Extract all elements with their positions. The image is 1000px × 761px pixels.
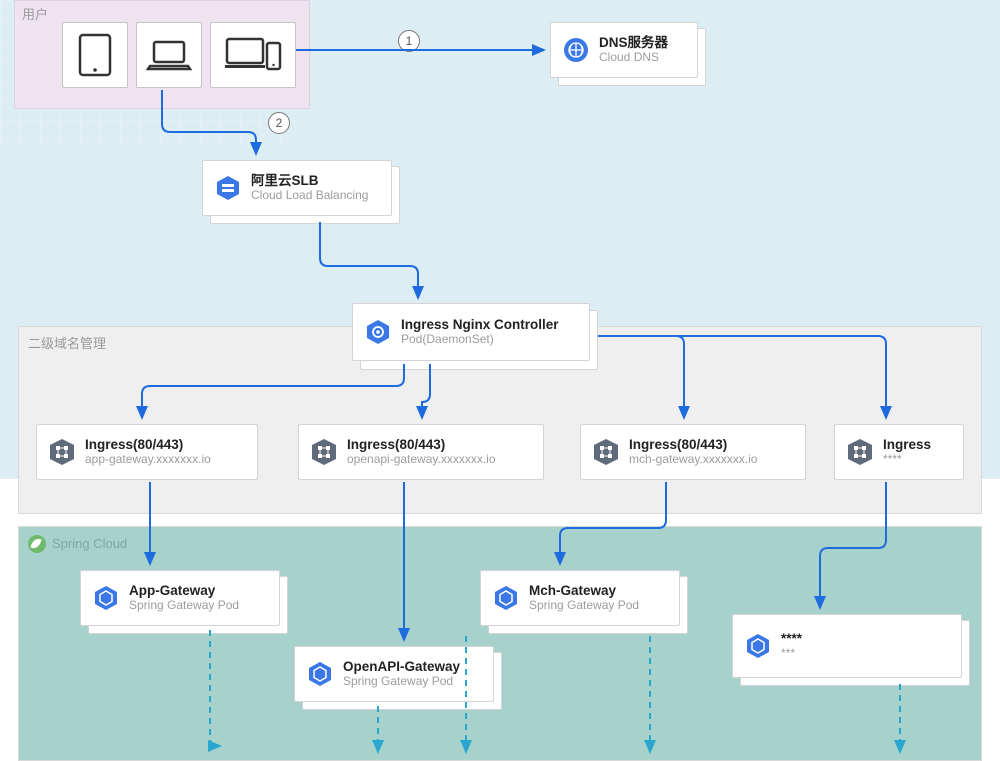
node-ingress-openapi: Ingress(80/443)openapi-gateway.xxxxxxx.i… bbox=[298, 424, 544, 480]
slb-sub: Cloud Load Balancing bbox=[251, 189, 368, 203]
device-tablet bbox=[62, 22, 128, 88]
node-gw-other: ******* bbox=[732, 614, 962, 678]
dns-sub: Cloud DNS bbox=[599, 51, 668, 65]
device-laptop bbox=[136, 22, 202, 88]
node-gw-openapi: OpenAPI-GatewaySpring Gateway Pod bbox=[294, 646, 494, 702]
dns-icon bbox=[561, 35, 591, 65]
gw-openapi-title: OpenAPI-Gateway bbox=[343, 659, 460, 675]
node-ingress-other: Ingress**** bbox=[834, 424, 964, 480]
zone-spring-label: Spring Cloud bbox=[52, 536, 127, 551]
dns-title: DNS服务器 bbox=[599, 35, 668, 51]
ingress-ctrl-title: Ingress Nginx Controller bbox=[401, 317, 559, 333]
node-gw-mch: Mch-GatewaySpring Gateway Pod bbox=[480, 570, 680, 626]
ingress-openapi-title: Ingress(80/443) bbox=[347, 437, 496, 453]
ingress-icon bbox=[845, 437, 875, 467]
ingress-ctrl-icon bbox=[363, 317, 393, 347]
slb-title: 阿里云SLB bbox=[251, 173, 368, 189]
gateway-icon bbox=[743, 631, 773, 661]
gateway-icon bbox=[91, 583, 121, 613]
node-ingress-mch: Ingress(80/443)mch-gateway.xxxxxxx.io bbox=[580, 424, 806, 480]
ingress-ctrl-sub: Pod(DaemonSet) bbox=[401, 333, 559, 347]
gw-other-title: **** bbox=[781, 631, 802, 647]
node-slb: 阿里云SLBCloud Load Balancing bbox=[202, 160, 392, 216]
step-2: 2 bbox=[268, 112, 290, 134]
diagram-canvas: 用户 二级域名管理 Spring Cloud DNS服务器Cloud DNS 阿… bbox=[0, 0, 1000, 761]
node-gw-app: App-GatewaySpring Gateway Pod bbox=[80, 570, 280, 626]
device-desktop-mobile bbox=[210, 22, 296, 88]
ingress-other-title: Ingress bbox=[883, 437, 931, 453]
node-ingress-ctrl: Ingress Nginx ControllerPod(DaemonSet) bbox=[352, 303, 590, 361]
gateway-icon bbox=[491, 583, 521, 613]
node-dns: DNS服务器Cloud DNS bbox=[550, 22, 698, 78]
gw-mch-sub: Spring Gateway Pod bbox=[529, 599, 639, 613]
step-1: 1 bbox=[398, 30, 420, 52]
ingress-app-sub: app-gateway.xxxxxxx.io bbox=[85, 453, 211, 467]
gw-app-title: App-Gateway bbox=[129, 583, 239, 599]
zone-users-label: 用户 bbox=[22, 4, 48, 23]
gw-other-sub: *** bbox=[781, 647, 802, 661]
ingress-icon bbox=[591, 437, 621, 467]
gw-mch-title: Mch-Gateway bbox=[529, 583, 639, 599]
spring-leaf-icon bbox=[28, 535, 46, 553]
ingress-mch-sub: mch-gateway.xxxxxxx.io bbox=[629, 453, 757, 467]
node-ingress-app: Ingress(80/443)app-gateway.xxxxxxx.io bbox=[36, 424, 258, 480]
ingress-openapi-sub: openapi-gateway.xxxxxxx.io bbox=[347, 453, 496, 467]
ingress-app-title: Ingress(80/443) bbox=[85, 437, 211, 453]
slb-icon bbox=[213, 173, 243, 203]
ingress-icon bbox=[309, 437, 339, 467]
gw-openapi-sub: Spring Gateway Pod bbox=[343, 675, 460, 689]
ingress-other-sub: **** bbox=[883, 453, 931, 467]
ingress-icon bbox=[47, 437, 77, 467]
zone-domain-label: 二级域名管理 bbox=[28, 333, 106, 352]
ingress-mch-title: Ingress(80/443) bbox=[629, 437, 757, 453]
gateway-icon bbox=[305, 659, 335, 689]
gw-app-sub: Spring Gateway Pod bbox=[129, 599, 239, 613]
